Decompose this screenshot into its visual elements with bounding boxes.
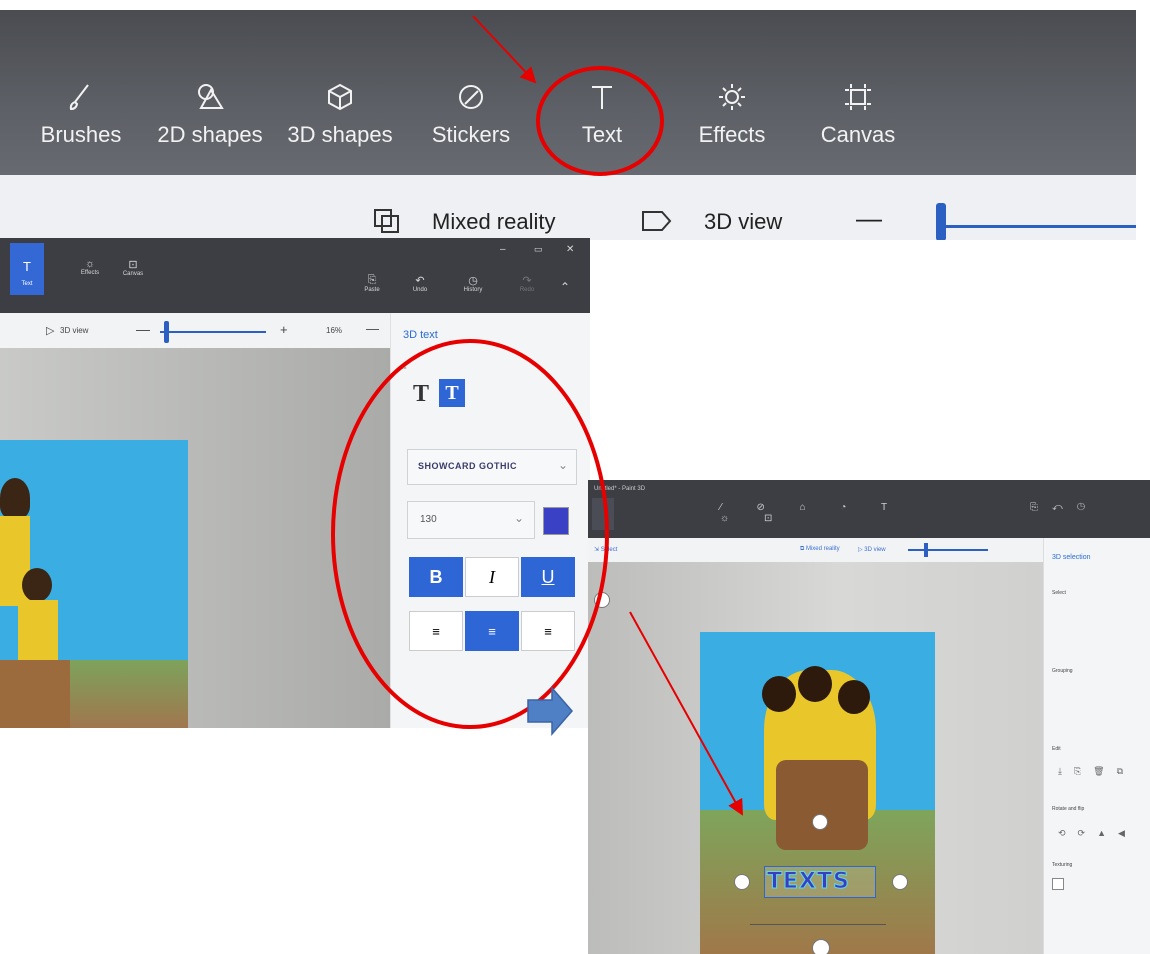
annotation-overlay (331, 15, 743, 816)
annotation-arrow-result (629, 611, 743, 816)
next-step-arrow-icon (527, 685, 573, 737)
annotation-circle-text-tool (536, 66, 664, 176)
annotation-arrow-top (472, 15, 537, 84)
annotation-circle-text-settings (331, 339, 609, 729)
